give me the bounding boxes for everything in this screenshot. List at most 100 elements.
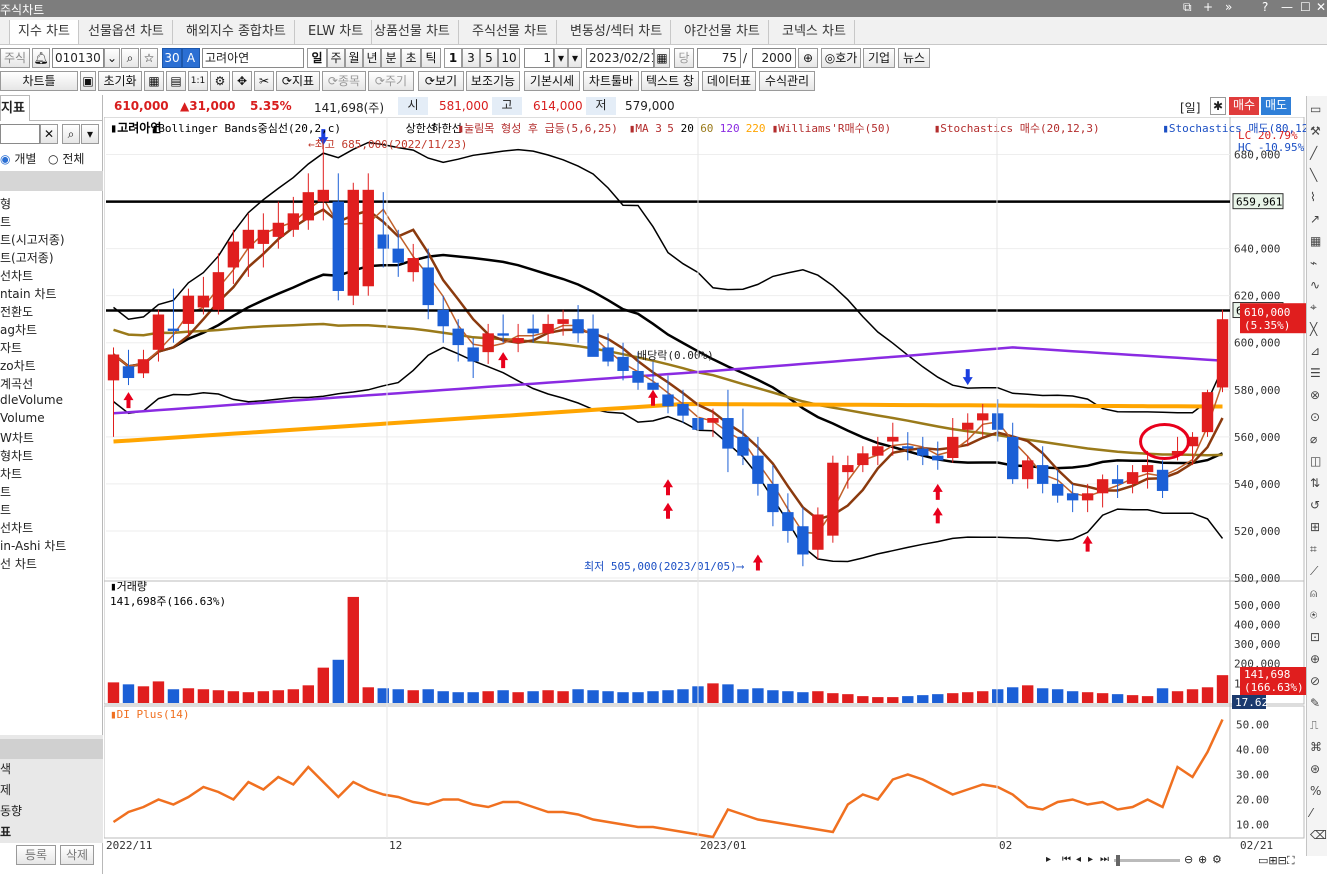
market-button[interactable]: 주식	[0, 48, 30, 68]
maximize-icon[interactable]: ☐	[1300, 0, 1311, 14]
draw-tool-icon[interactable]: ⌖	[1310, 300, 1317, 315]
move-icon[interactable]: ✥	[232, 71, 252, 91]
chart-frame-button[interactable]: 차트틀	[0, 71, 78, 91]
scroll-next-icon[interactable]: ▸	[1088, 854, 1093, 865]
indicator-item[interactable]: 계곡선	[0, 375, 33, 392]
draw-tool-icon[interactable]: ⌗	[1310, 542, 1317, 557]
draw-tool-icon[interactable]: ⌇	[1310, 190, 1316, 204]
indicator-item[interactable]: 선 차트	[0, 555, 37, 572]
zoom-icon[interactable]: ⊕	[798, 48, 818, 68]
zoom-slider-thumb[interactable]	[1116, 855, 1120, 866]
indicator-item[interactable]: 트(고저종)	[0, 249, 54, 266]
clear-icon[interactable]: ✕	[40, 124, 58, 144]
close-icon[interactable]: ✕	[1316, 0, 1326, 14]
draw-tool-icon[interactable]: ⎍	[1310, 718, 1318, 733]
tab-futures-options[interactable]: 선물옵션 차트	[80, 20, 173, 44]
one-to-one-icon[interactable]: 1:1	[188, 71, 208, 91]
tab-stock-futures[interactable]: 주식선물 차트	[464, 20, 557, 44]
bars-total-input[interactable]: 2000	[752, 48, 796, 68]
draw-tool-icon[interactable]: ⌀	[1310, 432, 1317, 446]
data-table-button[interactable]: 데이터표	[702, 71, 756, 91]
draw-tool-icon[interactable]: ╱	[1310, 146, 1317, 160]
scroll-first-icon[interactable]: ⏮	[1062, 854, 1071, 865]
indicator-item[interactable]: 자트	[0, 339, 22, 356]
draw-tool-icon[interactable]: ⊗	[1310, 388, 1320, 402]
count-dropdown-icon[interactable]: ▾	[554, 48, 568, 68]
settings-icon[interactable]: ⚙	[1212, 853, 1222, 866]
indicator-item[interactable]: 트(시고저종)	[0, 231, 65, 248]
draw-tool-icon[interactable]: ▦	[1310, 234, 1321, 248]
indicator-item[interactable]: 트	[0, 483, 11, 500]
indicator-item[interactable]: 선차트	[0, 519, 33, 536]
draw-tool-icon[interactable]: ▭	[1310, 102, 1321, 116]
draw-tool-icon[interactable]: ⊕	[1310, 652, 1320, 666]
scroll-last-icon[interactable]: ⏭	[1100, 854, 1109, 865]
indicator-item[interactable]: 트	[0, 213, 11, 230]
help-icon[interactable]: ?	[1262, 0, 1268, 14]
indicator-item[interactable]: 형	[0, 195, 11, 212]
more-icon[interactable]: »	[1225, 0, 1232, 14]
stock-name-field[interactable]: 고려아연	[202, 48, 304, 68]
chart-layout-icons[interactable]: ▭⊞⊟⛶	[1258, 854, 1295, 868]
draw-tool-icon[interactable]: ✎	[1310, 696, 1320, 710]
draw-tool-icon[interactable]: ☰	[1310, 366, 1321, 380]
indicator-item[interactable]: 형차트	[0, 447, 33, 464]
orderbook-button[interactable]: ◎호가	[821, 48, 861, 68]
indicator-item[interactable]: 선차트	[0, 267, 33, 284]
indicator-item[interactable]: zo차트	[0, 357, 36, 374]
stock-code-input[interactable]: 010130	[52, 48, 104, 68]
formula-manage-button[interactable]: 수식관리	[759, 71, 815, 91]
zoom-out-icon[interactable]: ⊖	[1184, 853, 1193, 866]
period-a-button[interactable]: A	[182, 48, 200, 68]
indicator-item[interactable]: 전환도	[0, 303, 33, 320]
cycle-button[interactable]: ⟳주기	[368, 71, 414, 91]
reset-button[interactable]: 초기화	[98, 71, 142, 91]
tab-index-chart[interactable]: 지수 차트	[10, 20, 79, 44]
search-icon[interactable]: ⌕	[62, 124, 80, 144]
bars-shown-input[interactable]: 75	[697, 48, 741, 68]
stock-chart[interactable]: 680,000660,000640,000620,000600,000580,0…	[104, 117, 1306, 857]
period-second-button[interactable]: 초	[401, 48, 421, 68]
radio-each[interactable]: ◉ 개별	[0, 150, 36, 167]
draw-tool-icon[interactable]: ⟋	[1310, 564, 1318, 579]
interval-3-button[interactable]: 3	[462, 48, 480, 68]
layout-icon[interactable]: ▤	[166, 71, 186, 91]
period-week-button[interactable]: 주	[327, 48, 345, 68]
tab-konex[interactable]: 코넥스 차트	[774, 20, 855, 44]
indicator-item[interactable]: W차트	[0, 429, 34, 446]
buy-button[interactable]: 매수	[1229, 97, 1259, 115]
period-day-button[interactable]: 일	[307, 48, 327, 68]
indicator-search-input[interactable]	[0, 124, 40, 144]
tab-volatility-sector[interactable]: 변동성/섹터 차트	[562, 20, 672, 44]
tab-overseas-index[interactable]: 해외지수 종합차트	[178, 20, 295, 44]
tab-commodity-futures[interactable]: 상품선물 차트	[366, 20, 459, 44]
indicator-button[interactable]: ⟳지표	[276, 71, 320, 91]
bottom-item-theme[interactable]: 제	[0, 781, 11, 798]
scroll-prev-icon[interactable]: ◂	[1076, 854, 1081, 865]
draw-tool-icon[interactable]: ↗	[1310, 212, 1320, 226]
draw-tool-icon[interactable]: ∿	[1310, 278, 1320, 292]
symbol-button[interactable]: ⟳종목	[322, 71, 366, 91]
bottom-item-trend[interactable]: 동향	[0, 802, 22, 819]
draw-tool-icon[interactable]: ╳	[1310, 322, 1317, 336]
bottom-item-color[interactable]: 색	[0, 760, 11, 777]
interval-1-button[interactable]: 1	[444, 48, 462, 68]
period-30-button[interactable]: 30	[162, 48, 182, 68]
settings-icon[interactable]: ⚙	[210, 71, 230, 91]
draw-tool-icon[interactable]: %	[1310, 784, 1321, 798]
window-icon[interactable]: ⧉	[1183, 0, 1192, 15]
interval-10-button[interactable]: 10	[498, 48, 520, 68]
save-icon[interactable]: ▣	[80, 71, 96, 91]
view-button[interactable]: ⟳보기	[418, 71, 464, 91]
period-year-button[interactable]: 년	[363, 48, 381, 68]
zoom-slider[interactable]	[1114, 859, 1180, 862]
tab-elw[interactable]: ELW 차트	[300, 20, 373, 44]
text-window-button[interactable]: 텍스트 창	[641, 71, 699, 91]
delete-button[interactable]: 삭제	[60, 845, 94, 865]
view-current-button[interactable]: 당	[674, 48, 694, 68]
sell-button[interactable]: 매도	[1261, 97, 1291, 115]
zoom-in-icon[interactable]: ⊕	[1198, 853, 1207, 866]
bottom-item-table[interactable]: 표	[0, 823, 11, 840]
draw-tool-icon[interactable]: ⊛	[1310, 762, 1320, 776]
indicator-item[interactable]: in-Ashi 차트	[0, 537, 66, 554]
